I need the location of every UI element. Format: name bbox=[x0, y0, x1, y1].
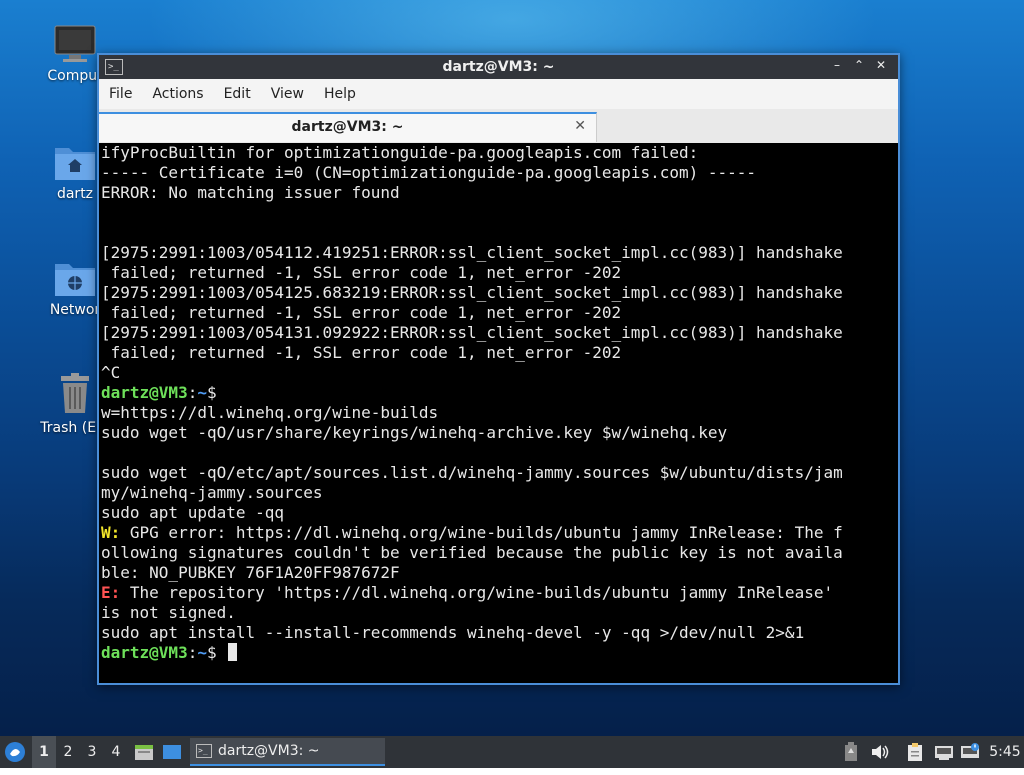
task-label: dartz@VM3: ~ bbox=[218, 743, 320, 759]
error-line: E: The repository 'https://dl.winehq.org… bbox=[99, 583, 898, 603]
output-line: failed; returned -1, SSL error code 1, n… bbox=[101, 303, 622, 322]
home-folder-icon bbox=[55, 148, 95, 180]
menu-actions[interactable]: Actions bbox=[142, 79, 213, 109]
workspace-1[interactable]: 1 bbox=[32, 736, 56, 768]
prompt-separator: : bbox=[187, 643, 198, 662]
computer-icon bbox=[54, 25, 96, 62]
update-notifier-icon bbox=[961, 743, 979, 758]
output-line: ^C bbox=[101, 363, 121, 382]
menubar: File Actions Edit View Help bbox=[99, 79, 898, 110]
text-cursor bbox=[228, 643, 238, 661]
terminal-icon: >_ bbox=[196, 744, 212, 758]
warning-line: ollowing signatures couldn't be verified… bbox=[101, 543, 843, 562]
warning-tag: W: bbox=[101, 523, 121, 542]
output-line: failed; returned -1, SSL error code 1, n… bbox=[101, 343, 622, 362]
command-line: sudo apt update -qq bbox=[101, 503, 285, 522]
menu-help[interactable]: Help bbox=[314, 79, 366, 109]
window-titlebar[interactable]: >_ dartz@VM3: ~ – ⌃ ✕ bbox=[99, 55, 898, 79]
command-line: sudo apt install --install-recommends wi… bbox=[101, 623, 805, 642]
clipboard-tray[interactable] bbox=[906, 736, 928, 768]
warning-line: W: GPG error: https://dl.winehq.org/wine… bbox=[99, 523, 898, 543]
error-text: The repository 'https://dl.winehq.org/wi… bbox=[120, 583, 834, 602]
start-menu-icon bbox=[5, 742, 25, 762]
battery-icon bbox=[845, 742, 857, 761]
volume-tray[interactable] bbox=[870, 736, 892, 768]
show-desktop-icon bbox=[163, 745, 181, 759]
warning-line: ble: NO_PUBKEY 76F1A20FF987672F bbox=[101, 563, 400, 582]
taskbar: 1 2 3 4 >_ dartz@VM3: ~ 5:45 bbox=[0, 736, 1024, 768]
tab-terminal[interactable]: dartz@VM3: ~ ✕ bbox=[99, 112, 597, 142]
command-line: my/winehq-jammy.sources bbox=[101, 483, 323, 502]
file-manager-launcher[interactable] bbox=[134, 736, 156, 768]
trash-icon bbox=[61, 373, 89, 413]
output-line: [2975:2991:1003/054112.419251:ERROR:ssl_… bbox=[101, 243, 843, 262]
command-line: sudo wget -qO/usr/share/keyrings/winehq-… bbox=[101, 423, 728, 442]
prompt-line: dartz@VM3:~$ bbox=[99, 643, 898, 663]
tab-bar: dartz@VM3: ~ ✕ bbox=[99, 109, 898, 143]
battery-tray[interactable] bbox=[844, 736, 862, 768]
error-tag: E: bbox=[101, 583, 121, 602]
update-notifier-tray[interactable] bbox=[960, 736, 982, 768]
error-line: is not signed. bbox=[101, 603, 236, 622]
warning-text: GPG error: https://dl.winehq.org/wine-bu… bbox=[120, 523, 843, 542]
prompt-dollar: $ bbox=[206, 643, 217, 662]
clipboard-icon bbox=[908, 743, 922, 761]
network-folder-icon bbox=[55, 264, 95, 296]
output-line: failed; returned -1, SSL error code 1, n… bbox=[101, 263, 622, 282]
prompt-path: ~ bbox=[197, 383, 207, 402]
network-tray[interactable] bbox=[934, 736, 956, 768]
output-line: ----- Certificate i=0 (CN=optimizationgu… bbox=[101, 163, 757, 182]
prompt-separator: : bbox=[187, 383, 198, 402]
prompt-path: ~ bbox=[197, 643, 207, 662]
menu-edit[interactable]: Edit bbox=[214, 79, 261, 109]
volume-icon bbox=[872, 745, 889, 759]
output-line: ifyProcBuiltin for optimizationguide-pa.… bbox=[101, 143, 699, 162]
maximize-button[interactable]: ⌃ bbox=[848, 58, 870, 72]
command-line: w=https://dl.winehq.org/wine-builds bbox=[101, 403, 439, 422]
prompt-line: dartz@VM3:~$ bbox=[99, 383, 898, 403]
workspace-3[interactable]: 3 bbox=[80, 736, 104, 768]
tab-label: dartz@VM3: ~ bbox=[291, 119, 404, 135]
start-menu-button[interactable] bbox=[4, 736, 30, 768]
window-title: dartz@VM3: ~ bbox=[442, 59, 555, 75]
output-line: ERROR: No matching issuer found bbox=[101, 183, 400, 202]
desktop: Comput dartz Networ Trash (Em >_ dartz@V… bbox=[0, 0, 1024, 736]
workspace-4[interactable]: 4 bbox=[104, 736, 128, 768]
command-line bbox=[99, 443, 898, 463]
menu-file[interactable]: File bbox=[99, 79, 142, 109]
minimize-button[interactable]: – bbox=[826, 58, 848, 72]
command-line: sudo wget -qO/etc/apt/sources.list.d/win… bbox=[101, 463, 843, 482]
clock[interactable]: 5:45 bbox=[988, 736, 1022, 768]
network-icon bbox=[935, 746, 953, 760]
prompt-user: dartz@VM3 bbox=[101, 383, 188, 402]
file-manager-icon bbox=[135, 745, 153, 760]
output-line: [2975:2991:1003/054125.683219:ERROR:ssl_… bbox=[101, 283, 843, 302]
tab-close-icon[interactable]: ✕ bbox=[574, 118, 586, 134]
menu-view[interactable]: View bbox=[261, 79, 314, 109]
close-button[interactable]: ✕ bbox=[870, 58, 892, 72]
prompt-dollar: $ bbox=[206, 383, 217, 402]
workspace-2[interactable]: 2 bbox=[56, 736, 80, 768]
terminal-output[interactable]: ifyProcBuiltin for optimizationguide-pa.… bbox=[99, 143, 898, 683]
show-desktop-launcher[interactable] bbox=[162, 736, 184, 768]
output-line: [2975:2991:1003/054131.092922:ERROR:ssl_… bbox=[101, 323, 843, 342]
taskbar-task-terminal[interactable]: >_ dartz@VM3: ~ bbox=[190, 738, 385, 766]
terminal-window: >_ dartz@VM3: ~ – ⌃ ✕ File Actions Edit View H… bbox=[97, 53, 900, 685]
prompt-user: dartz@VM3 bbox=[101, 643, 188, 662]
